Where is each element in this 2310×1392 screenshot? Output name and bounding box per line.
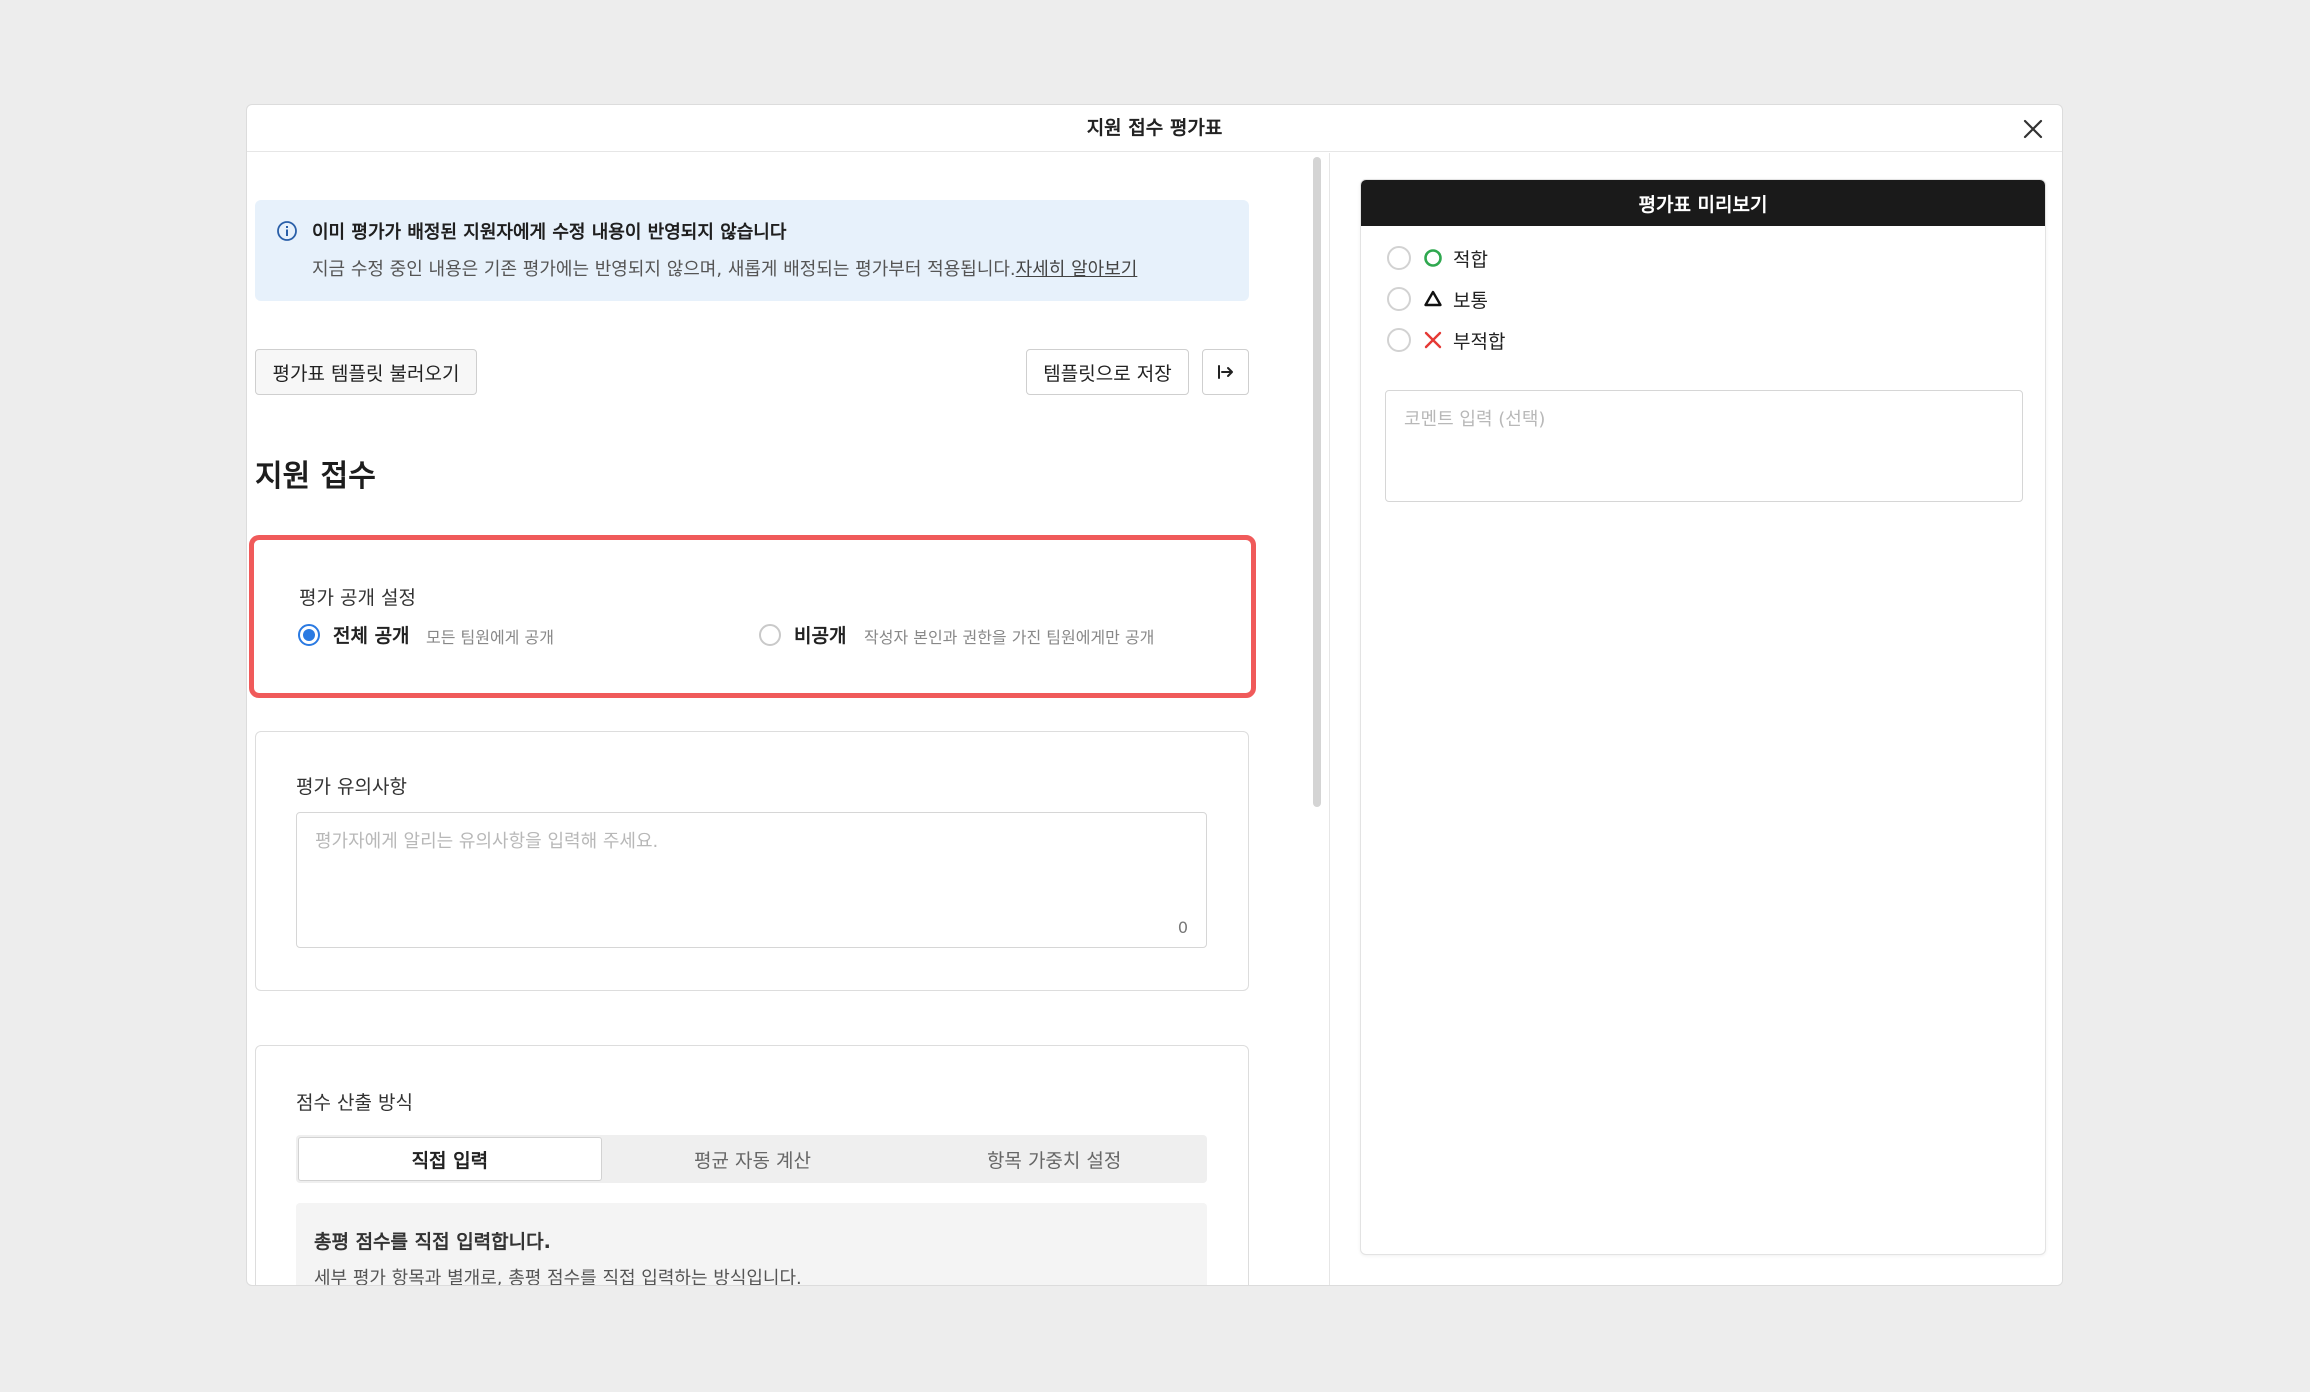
radio-public-desc: 모든 팀원에게 공개	[426, 628, 554, 647]
radio-private-label: 비공개	[794, 625, 847, 647]
preview-option-label: 보통	[1453, 289, 1488, 312]
scoring-card: 점수 산출 방식 직접 입력 평균 자동 계산 항목 가중치 설정 총평 점수를…	[255, 1045, 1249, 1285]
preview-option-label: 부적합	[1453, 330, 1506, 353]
comment-placeholder: 코멘트 입력 (선택)	[1404, 409, 1546, 430]
evaluation-modal: 지원 접수 평가표 이미 평가가 배정된 지원자에게 수정 내용이 반영되지 않…	[246, 104, 2063, 1286]
notice-char-count: 0	[1177, 918, 1188, 937]
info-description: 지금 수정 중인 내용은 기존 평가에는 반영되지 않으며, 새롭게 배정되는 …	[312, 255, 1137, 281]
export-button[interactable]	[1202, 349, 1249, 395]
radio-private-desc: 작성자 본인과 권한을 가진 팀원에게만 공개	[864, 628, 1155, 647]
notice-card: 평가 유의사항 평가자에게 알리는 유의사항을 입력해 주세요. 0	[255, 731, 1249, 991]
notice-textarea[interactable]: 평가자에게 알리는 유의사항을 입력해 주세요. 0	[296, 812, 1207, 948]
preview-option-suitable[interactable]: 적합	[1387, 244, 1488, 272]
close-icon	[2023, 119, 2043, 139]
editor-pane: 이미 평가가 배정된 지원자에게 수정 내용이 반영되지 않습니다 지금 수정 …	[247, 153, 1329, 1285]
preview-card: 평가표 미리보기 적합 보통 부적합 코멘트 입력 (선택)	[1360, 179, 2046, 1255]
visibility-label: 평가 공개 설정	[299, 587, 416, 609]
radio-private[interactable]	[759, 624, 781, 646]
visibility-setting-highlight: 평가 공개 설정 전체 공개 모든 팀원에게 공개 비공개 작성자 본인과 권한…	[249, 535, 1256, 698]
x-mark-icon	[1423, 330, 1443, 350]
modal-header: 지원 접수 평가표	[247, 105, 2062, 152]
info-title: 이미 평가가 배정된 지원자에게 수정 내용이 반영되지 않습니다	[312, 222, 787, 243]
tab-item-weight[interactable]: 항목 가중치 설정	[903, 1137, 1205, 1181]
preview-title: 평가표 미리보기	[1361, 180, 2045, 226]
method-desc: 세부 평가 항목과 별개로, 총평 점수를 직접 입력하는 방식입니다.	[314, 1268, 802, 1285]
tab-average-auto[interactable]: 평균 자동 계산	[602, 1137, 904, 1181]
circle-icon	[1423, 248, 1443, 268]
scrollbar-thumb[interactable]	[1313, 157, 1321, 807]
modal-title: 지원 접수 평가표	[1086, 117, 1223, 139]
method-title: 총평 점수를 직접 입력합니다.	[314, 1231, 551, 1253]
preview-pane: 평가표 미리보기 적합 보통 부적합 코멘트 입력 (선택)	[1329, 153, 2062, 1285]
preview-option-normal[interactable]: 보통	[1387, 285, 1488, 313]
editor-scrollbar[interactable]	[1311, 157, 1323, 1281]
section-title: 지원 접수	[255, 459, 376, 494]
preview-radio-unsuitable[interactable]	[1387, 328, 1411, 352]
tab-direct-input[interactable]: 직접 입력	[298, 1137, 602, 1181]
preview-option-label: 적합	[1453, 248, 1488, 271]
preview-radio-suitable[interactable]	[1387, 246, 1411, 270]
load-template-button[interactable]: 평가표 템플릿 불러오기	[255, 349, 477, 395]
learn-more-link[interactable]: 자세히 알아보기	[1016, 259, 1138, 280]
method-description-box: 총평 점수를 직접 입력합니다. 세부 평가 항목과 별개로, 총평 점수를 직…	[296, 1203, 1207, 1285]
arrow-right-to-line-icon	[1217, 365, 1233, 379]
close-button[interactable]	[2014, 110, 2052, 148]
notice-label: 평가 유의사항	[296, 776, 407, 798]
info-icon	[277, 221, 297, 241]
triangle-icon	[1423, 289, 1443, 309]
notice-placeholder: 평가자에게 알리는 유의사항을 입력해 주세요.	[315, 831, 659, 852]
info-banner: 이미 평가가 배정된 지원자에게 수정 내용이 반영되지 않습니다 지금 수정 …	[255, 200, 1249, 301]
scoring-method-tabs: 직접 입력 평균 자동 계산 항목 가중치 설정	[296, 1135, 1207, 1183]
scoring-label: 점수 산출 방식	[296, 1092, 413, 1114]
save-template-button[interactable]: 템플릿으로 저장	[1026, 349, 1189, 395]
preview-radio-normal[interactable]	[1387, 287, 1411, 311]
radio-public-label: 전체 공개	[333, 625, 410, 647]
preview-option-unsuitable[interactable]: 부적합	[1387, 326, 1505, 354]
radio-public[interactable]	[298, 624, 320, 646]
info-description-text: 지금 수정 중인 내용은 기존 평가에는 반영되지 않으며, 새롭게 배정되는 …	[312, 259, 1016, 280]
comment-input[interactable]: 코멘트 입력 (선택)	[1385, 390, 2023, 502]
